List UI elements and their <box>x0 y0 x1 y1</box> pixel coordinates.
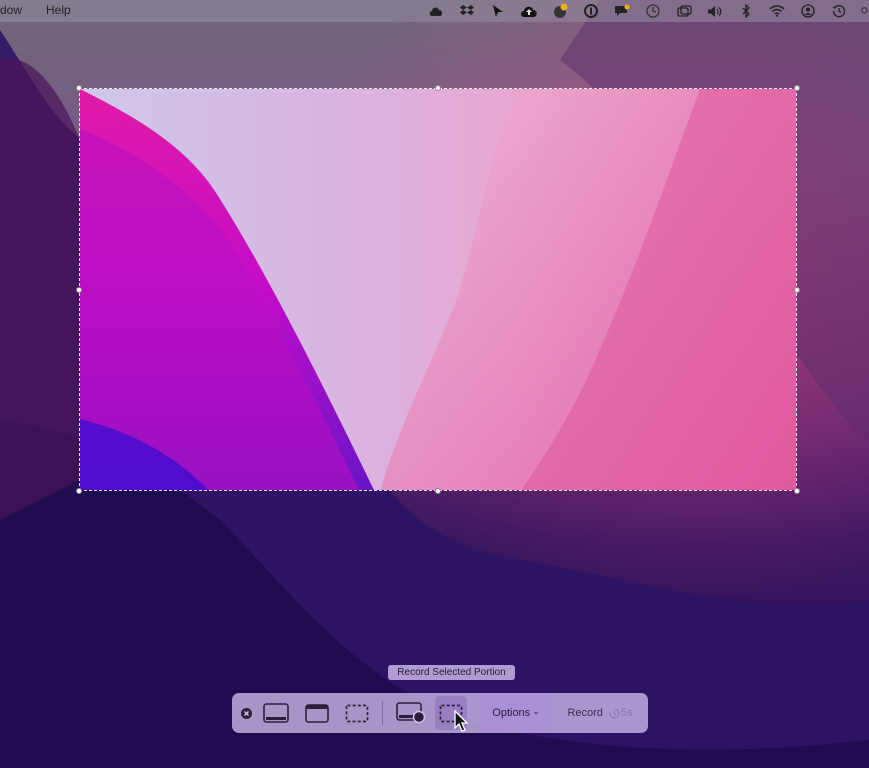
selection-rectangle[interactable] <box>79 88 797 491</box>
resize-handle-bottom-left[interactable] <box>76 488 82 494</box>
capture-selected-portion-button[interactable] <box>342 693 372 733</box>
record-entire-screen-button[interactable] <box>395 693 427 733</box>
bluetooth-icon[interactable] <box>737 3 755 19</box>
window-icon[interactable] <box>675 3 693 19</box>
capture-window-button[interactable] <box>302 693 332 733</box>
menu-help[interactable]: Help <box>46 3 71 17</box>
wifi-icon[interactable] <box>768 3 786 19</box>
timer-icon <box>609 707 620 718</box>
close-icon <box>240 707 252 719</box>
resize-handle-right[interactable] <box>794 287 800 293</box>
cloud-icon[interactable] <box>427 3 445 19</box>
tooltip-record-selected-portion: Record Selected Portion <box>388 665 515 680</box>
timer-label: 5s <box>620 707 633 719</box>
search-icon[interactable] <box>861 3 869 19</box>
capture-entire-screen-button[interactable] <box>261 693 291 733</box>
chat-icon[interactable] <box>613 3 631 19</box>
record-label: Record <box>567 707 603 719</box>
window-capture-icon <box>305 703 329 723</box>
screenshot-toolbar: Options ⌄ Record 5s <box>232 693 648 733</box>
resize-handle-top[interactable] <box>435 85 441 91</box>
dropbox-icon[interactable] <box>458 3 476 19</box>
options-button[interactable]: Options ⌄ <box>480 693 552 733</box>
resize-handle-top-left[interactable] <box>76 85 82 91</box>
resize-handle-top-right[interactable] <box>794 85 800 91</box>
toolbar-separator <box>382 701 383 725</box>
resize-handle-left[interactable] <box>76 287 82 293</box>
chevron-down-icon: ⌄ <box>532 705 540 716</box>
screen-icon <box>263 703 289 723</box>
time-machine-icon[interactable] <box>830 3 848 19</box>
mouse-pointer-icon <box>454 710 469 732</box>
record-button[interactable]: Record 5s <box>562 693 638 733</box>
menu-bar: dow Help <box>0 0 869 22</box>
cursor-icon[interactable] <box>489 3 507 19</box>
onepassword-icon[interactable] <box>582 3 600 19</box>
user-icon[interactable] <box>799 3 817 19</box>
notification-badge-icon[interactable] <box>551 3 569 19</box>
dashed-rectangle-icon <box>345 704 369 722</box>
menu-window[interactable]: dow <box>0 3 22 17</box>
record-screen-icon <box>396 702 426 724</box>
clock-icon[interactable] <box>644 3 662 19</box>
options-label: Options <box>492 707 531 719</box>
volume-icon[interactable] <box>706 3 724 19</box>
cloud-upload-icon[interactable] <box>520 3 538 19</box>
resize-handle-bottom[interactable] <box>435 488 441 494</box>
resize-handle-bottom-right[interactable] <box>794 488 800 494</box>
close-button[interactable] <box>238 693 254 733</box>
